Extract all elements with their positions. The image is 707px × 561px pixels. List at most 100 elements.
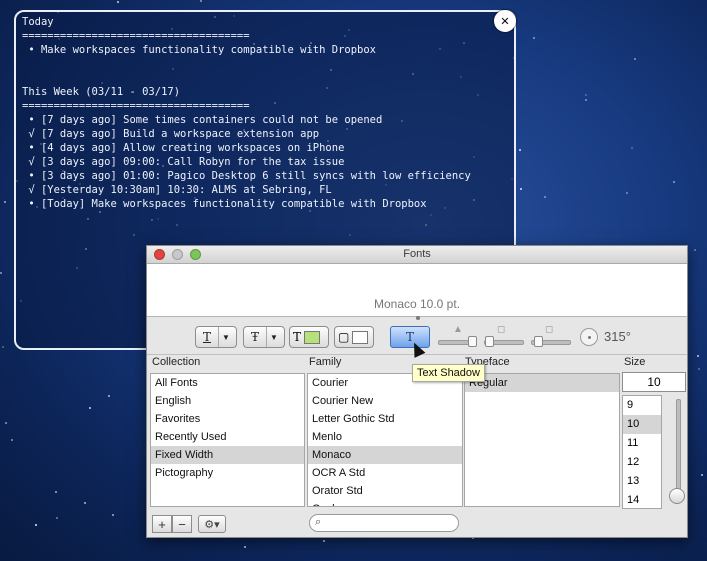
shadow-opacity-knob[interactable]	[468, 336, 477, 347]
collection-item[interactable]: Fixed Width	[151, 446, 304, 464]
family-item[interactable]: Menlo	[308, 428, 462, 446]
document-color-button[interactable]: ▢	[334, 326, 374, 348]
title-bar: Fonts	[147, 246, 687, 264]
shadow-angle-dial[interactable]	[580, 328, 598, 346]
star	[698, 368, 700, 370]
text-color-swatch	[304, 330, 321, 344]
collection-list[interactable]: All Fonts English Favorites Recently Used Fi…	[150, 373, 305, 507]
add-collection-button[interactable]: +	[152, 515, 172, 533]
star	[585, 94, 587, 96]
size-slider[interactable]	[676, 399, 681, 491]
notes-line: √ [Yesterday 10:30am] 10:30: ALMS at Seb…	[22, 184, 332, 196]
chevron-down-icon: ▼	[218, 327, 233, 347]
shadow-offset-knob[interactable]	[534, 336, 543, 347]
size-item[interactable]: 10	[623, 415, 661, 434]
gear-icon[interactable]: ⚙▾	[198, 515, 226, 533]
size-item[interactable]: 13	[623, 472, 661, 491]
text-color-icon: T	[293, 330, 302, 344]
star	[544, 196, 546, 198]
notes-text: Today ===================================…	[22, 15, 508, 211]
star	[117, 1, 119, 3]
star	[244, 546, 246, 548]
star	[108, 395, 110, 397]
underline-icon: T	[202, 330, 211, 344]
family-header: Family	[309, 356, 342, 368]
star	[585, 99, 587, 101]
collection-item[interactable]: Recently Used	[151, 428, 304, 446]
size-item[interactable]: 14	[623, 491, 661, 508]
notes-line: • [Today] Make workspaces functionality …	[22, 198, 427, 210]
family-item[interactable]: Osaka	[308, 500, 462, 506]
size-item[interactable]: 9	[623, 396, 661, 415]
text-color-button[interactable]: T	[289, 326, 329, 348]
preview-text: Monaco 10.0 pt.	[373, 297, 461, 311]
size-field[interactable]: 10	[622, 372, 686, 392]
search-input[interactable]: ⌕	[309, 514, 459, 532]
star	[4, 201, 6, 203]
window-title: Fonts	[403, 248, 431, 260]
star	[5, 422, 7, 424]
star	[626, 192, 628, 194]
underline-popup[interactable]: T ▼	[195, 326, 237, 348]
family-list[interactable]: Courier Courier New Letter Gothic Std Menlo…	[307, 373, 463, 507]
star	[519, 149, 521, 151]
star	[84, 502, 86, 504]
typeface-list[interactable]: Regular	[464, 373, 620, 507]
notes-line: ====================================	[22, 30, 250, 42]
shadow-blur-icon: ◻	[497, 324, 506, 335]
size-item[interactable]: 11	[623, 434, 661, 453]
chevron-down-icon: ▼	[266, 327, 281, 347]
document-icon: ▢	[338, 330, 350, 344]
font-preview: Monaco 10.0 pt.	[147, 264, 687, 317]
size-header: Size	[624, 356, 646, 368]
strikethrough-icon: Ŧ	[250, 330, 259, 344]
star	[112, 514, 114, 516]
collection-item[interactable]: Pictography	[151, 464, 304, 482]
star	[697, 355, 699, 357]
notes-line: Today	[22, 16, 54, 28]
star	[673, 181, 675, 183]
star	[2, 346, 4, 348]
family-item[interactable]: OCR A Std	[308, 464, 462, 482]
family-item[interactable]: Letter Gothic Std	[308, 410, 462, 428]
star	[631, 147, 633, 149]
shadow-angle-value: 315°	[604, 329, 631, 344]
notes-line: √ [3 days ago] 09:00: Call Robyn for the…	[22, 156, 345, 168]
tooltip: Text Shadow	[412, 364, 485, 382]
notes-line: • [3 days ago] 01:00: Pagico Desktop 6 s…	[22, 170, 471, 182]
size-list[interactable]: 9 10 11 12 13 14	[622, 395, 662, 509]
star	[701, 474, 703, 476]
remove-collection-button[interactable]: −	[172, 515, 192, 533]
search-icon: ⌕	[315, 516, 322, 528]
size-slider-knob[interactable]	[669, 488, 685, 504]
star	[55, 491, 57, 493]
collection-header: Collection	[152, 356, 201, 368]
notes-line: • [7 days ago] Some times containers cou…	[22, 114, 383, 126]
notes-line	[22, 71, 508, 85]
collection-item[interactable]: English	[151, 392, 304, 410]
shadow-opacity-icon: ▲	[453, 324, 463, 335]
notes-line: √ [7 days ago] Build a workspace extensi…	[22, 128, 320, 140]
family-item[interactable]: Courier New	[308, 392, 462, 410]
star	[56, 517, 58, 519]
star	[634, 58, 636, 60]
document-color-swatch	[352, 330, 369, 344]
collection-item[interactable]: Favorites	[151, 410, 304, 428]
close-icon[interactable]: ✕	[494, 10, 516, 32]
strikethrough-popup[interactable]: Ŧ ▼	[243, 326, 285, 348]
star	[35, 524, 37, 526]
shadow-offset-icon: ◻	[545, 324, 554, 335]
notes-line	[22, 57, 508, 71]
star	[520, 188, 522, 190]
size-item[interactable]: 12	[623, 453, 661, 472]
collection-item[interactable]: All Fonts	[151, 374, 304, 392]
star	[694, 249, 696, 251]
notes-line: ====================================	[22, 100, 250, 112]
notes-line: • [4 days ago] Allow creating workspaces…	[22, 142, 345, 154]
notes-line: This Week (03/11 - 03/17)	[22, 86, 181, 98]
typeface-item[interactable]: Regular	[465, 374, 619, 392]
shadow-blur-knob[interactable]	[485, 336, 494, 347]
preview-resize-handle[interactable]	[416, 316, 420, 320]
family-item[interactable]: Orator Std	[308, 482, 462, 500]
family-item[interactable]: Monaco	[308, 446, 462, 464]
